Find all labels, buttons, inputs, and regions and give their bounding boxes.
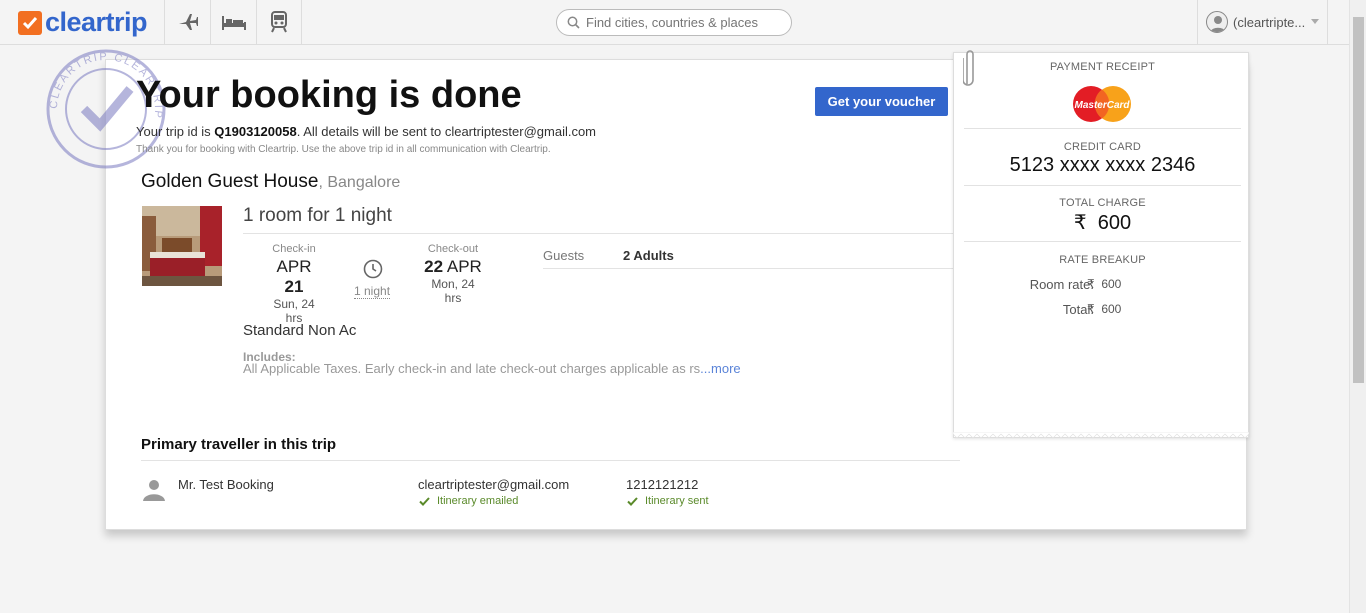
trip-id-prefix: Your trip id is: [136, 124, 215, 139]
check-icon: [419, 496, 430, 506]
page-scrollbar[interactable]: [1349, 0, 1366, 613]
search-icon: [567, 16, 580, 29]
receipt-divider: [964, 241, 1241, 242]
check-in-month: APR: [276, 257, 312, 276]
card-section: CREDIT CARD 5123 xxxx xxxx 2346: [964, 141, 1241, 177]
hotel-name: Golden Guest House: [141, 171, 319, 192]
room-summary: 1 room for 1 night: [243, 205, 392, 226]
breakup-section: RATE BREAKUP: [964, 254, 1241, 266]
total-amount: ₹ 600: [964, 210, 1241, 235]
check-icon: [627, 496, 638, 506]
email-status-text: Itinerary emailed: [437, 495, 519, 507]
cleartrip-logo[interactable]: cleartrip: [18, 7, 148, 38]
more-link[interactable]: ...more: [700, 361, 740, 376]
user-avatar-icon: [1206, 11, 1228, 33]
hotel-city: , Bangalore: [318, 174, 401, 191]
receipt-title-text: PAYMENT RECEIPT: [1049, 61, 1156, 73]
card-label: CREDIT CARD: [1063, 141, 1142, 153]
includes-text: All Applicable Taxes. Early check-in and…: [243, 361, 741, 376]
check-in-day: 21: [284, 277, 304, 296]
room-rate-amount: 600: [1101, 277, 1122, 291]
total-value: 600: [1097, 212, 1132, 234]
get-voucher-button[interactable]: Get your voucher: [815, 87, 948, 116]
check-out-date: 22 APR: [423, 257, 483, 277]
flights-nav-button[interactable]: [164, 0, 210, 44]
page-title: Your booking is done: [136, 74, 522, 116]
room-rate-label: Room rate:: [1029, 277, 1094, 292]
phone-status-text: Itinerary sent: [645, 495, 709, 507]
room-type: Standard Non Ac: [243, 322, 357, 339]
scrollbar-thumb[interactable]: [1353, 17, 1364, 383]
traveller-name: Mr. Test Booking: [178, 477, 274, 492]
trip-id-suffix: . All details will be sent to cleartript…: [296, 124, 597, 139]
hotel-room-photo[interactable]: [142, 206, 222, 286]
phone-status: Itinerary sent: [627, 495, 709, 507]
receipt-divider: [964, 185, 1241, 186]
includes-detail: All Applicable Taxes. Early check-in and…: [243, 361, 701, 376]
receipt-title: PAYMENT RECEIPT: [964, 61, 1241, 73]
search-box[interactable]: [556, 9, 792, 36]
account-menu[interactable]: (cleartripte...: [1197, 0, 1328, 44]
check-out-month: APR: [443, 257, 482, 276]
paperclip-icon: [963, 50, 974, 86]
person-icon: [143, 480, 165, 501]
trip-id-line: Your trip id is Q1903120058. All details…: [136, 124, 596, 139]
check-out-sub: Mon, 24 hrs: [431, 277, 475, 305]
check-in-label: Check-in: [272, 243, 316, 255]
divider: [141, 460, 960, 461]
nights-count: 1 night: [354, 284, 391, 299]
check-out-day: 22: [424, 257, 444, 276]
check-out-block: Check-out 22 APR Mon, 24 hrs: [423, 243, 483, 305]
currency-symbol: ₹: [1087, 277, 1095, 291]
traveller-email: cleartriptester@gmail.com: [418, 477, 570, 492]
email-status: Itinerary emailed: [419, 495, 518, 507]
search-input[interactable]: [586, 15, 776, 30]
clock-icon: [363, 259, 383, 279]
traveller-section-title: Primary traveller in this trip: [141, 436, 337, 453]
thanks-note: Thank you for booking with Cleartrip. Us…: [136, 144, 551, 155]
traveller-phone: 1212121212: [626, 477, 699, 492]
guests-value: 2 Adults: [623, 248, 674, 263]
check-in-date: APR 21: [265, 257, 323, 297]
total-row-value: ₹ 600: [1087, 302, 1121, 316]
account-label: (cleartripte...: [1233, 14, 1306, 30]
payment-receipt: PAYMENT RECEIPT MasterCard CREDIT CARD 5…: [953, 52, 1249, 438]
check-in-block: Check-in APR 21 Sun, 24 hrs: [265, 243, 323, 325]
room-rate-value: ₹ 600: [1087, 277, 1121, 291]
currency-symbol: ₹: [1087, 302, 1095, 316]
hotels-nav-button[interactable]: [210, 0, 256, 44]
svg-text:MasterCard: MasterCard: [1074, 100, 1130, 111]
hotel-title: Golden Guest House, Bangalore: [141, 171, 400, 193]
trains-nav-button[interactable]: [256, 0, 302, 44]
receipt-divider: [964, 128, 1241, 129]
card-number: 5123 xxxx xxxx 2346: [1009, 154, 1196, 176]
guests-label: Guests: [543, 248, 585, 263]
mastercard-logo-icon: MasterCard: [1073, 86, 1131, 122]
total-row-amount: 600: [1101, 302, 1122, 316]
check-out-label: Check-out: [427, 243, 479, 255]
trip-id: Q1903120058: [214, 124, 297, 139]
chevron-down-icon: [1311, 19, 1320, 24]
logo-text: cleartrip: [45, 7, 148, 37]
hotel-icon: [221, 16, 246, 30]
train-icon: [271, 11, 287, 33]
divider: [243, 233, 954, 234]
divider: [543, 268, 954, 269]
total-label: TOTAL CHARGE: [1059, 197, 1146, 209]
flight-icon: [178, 14, 198, 30]
total-section: TOTAL CHARGE ₹ 600: [964, 197, 1241, 235]
top-bar: cleartrip (cleartripte...: [0, 0, 1349, 45]
currency-symbol: ₹: [1073, 212, 1087, 234]
breakup-label: RATE BREAKUP: [1059, 254, 1146, 266]
logo-check-icon: [18, 10, 42, 35]
receipt-torn-edge: [953, 432, 1249, 439]
check-in-sub: Sun, 24 hrs: [273, 297, 315, 325]
